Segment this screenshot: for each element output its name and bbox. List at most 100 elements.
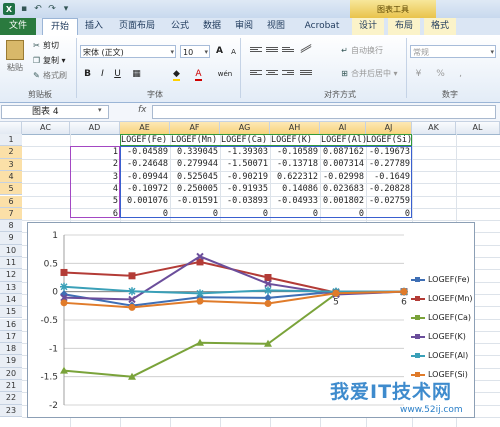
row-header[interactable]: 2 bbox=[0, 146, 22, 159]
legend-item[interactable]: LOGEF(Al) bbox=[411, 351, 468, 360]
row-header[interactable]: 4 bbox=[0, 170, 22, 184]
name-box-dropdown-icon[interactable]: ▾ bbox=[98, 106, 102, 114]
align-left-icon[interactable] bbox=[250, 69, 262, 79]
series-line[interactable] bbox=[63, 260, 405, 294]
row-header[interactable]: 16 bbox=[0, 318, 22, 331]
phonetic-button[interactable]: wén bbox=[215, 68, 235, 81]
tab-acrobat[interactable]: Acrobat bbox=[300, 18, 344, 35]
data-point[interactable] bbox=[128, 287, 136, 296]
row-header[interactable]: 14 bbox=[0, 293, 22, 307]
data-point[interactable] bbox=[60, 299, 68, 307]
tab-view[interactable]: 视图 bbox=[262, 18, 290, 35]
row-header[interactable]: 11 bbox=[0, 257, 22, 270]
row-header[interactable]: 22 bbox=[0, 392, 22, 405]
legend-item[interactable]: LOGEF(Ca) bbox=[411, 313, 471, 322]
column-header[interactable]: AI bbox=[320, 122, 366, 134]
tab-layout[interactable]: 布局 bbox=[388, 18, 420, 35]
data-point[interactable] bbox=[264, 299, 272, 307]
bold-button[interactable]: B bbox=[81, 68, 94, 81]
row-header[interactable]: 20 bbox=[0, 367, 22, 380]
column-header[interactable]: AD bbox=[70, 122, 120, 134]
column-header[interactable]: AF bbox=[170, 122, 220, 134]
format-painter-button[interactable]: ✎ 格式刷 bbox=[32, 70, 67, 81]
row-header[interactable]: 21 bbox=[0, 380, 22, 393]
column-header[interactable]: AH bbox=[270, 122, 320, 134]
row-header[interactable]: 6 bbox=[0, 195, 22, 208]
tab-data[interactable]: 数据 bbox=[198, 18, 226, 35]
row-header[interactable]: 12 bbox=[0, 269, 22, 282]
series-line[interactable] bbox=[63, 290, 405, 378]
data-point[interactable] bbox=[332, 289, 340, 297]
row-header[interactable]: 8 bbox=[0, 220, 22, 233]
row-header[interactable]: 13 bbox=[0, 281, 22, 294]
align-middle-icon[interactable] bbox=[266, 46, 278, 56]
italic-button[interactable]: I bbox=[96, 68, 109, 81]
data-point[interactable] bbox=[400, 288, 408, 296]
column-header[interactable]: AJ bbox=[366, 122, 412, 134]
column-header[interactable]: AL bbox=[456, 122, 500, 134]
row-header[interactable]: 23 bbox=[0, 404, 22, 417]
font-size-select[interactable]: 10 ▾ bbox=[180, 45, 210, 58]
legend-item[interactable]: LOGEF(Mn) bbox=[411, 294, 473, 303]
row-header[interactable]: 17 bbox=[0, 330, 22, 344]
data-point[interactable] bbox=[128, 272, 136, 280]
currency-button[interactable]: ¥ bbox=[412, 68, 425, 81]
align-bottom-icon[interactable] bbox=[282, 46, 294, 56]
font-color-button[interactable]: A bbox=[192, 68, 205, 81]
legend-item[interactable]: LOGEF(K) bbox=[411, 332, 466, 341]
tab-formulas[interactable]: 公式 bbox=[166, 18, 194, 35]
font-name-select[interactable]: 宋体 (正文) ▾ bbox=[80, 45, 176, 58]
data-point[interactable] bbox=[264, 273, 272, 281]
select-all-corner[interactable] bbox=[0, 122, 22, 134]
insert-function-button[interactable]: fx bbox=[138, 105, 147, 115]
decrease-indent-icon[interactable] bbox=[300, 69, 312, 79]
paste-button[interactable]: 粘贴 bbox=[4, 40, 26, 73]
column-header[interactable]: AK bbox=[412, 122, 456, 134]
save-icon[interactable]: ▪ bbox=[19, 4, 29, 14]
orientation-icon[interactable] bbox=[300, 44, 312, 56]
column-header[interactable]: AE bbox=[120, 122, 170, 134]
column-header[interactable]: AG bbox=[220, 122, 270, 134]
row-header[interactable]: 3 bbox=[0, 158, 22, 171]
row-header[interactable]: 18 bbox=[0, 343, 22, 356]
underline-button[interactable]: U bbox=[111, 68, 124, 81]
qat-dropdown-icon[interactable]: ▾ bbox=[61, 4, 71, 14]
legend-item[interactable]: LOGEF(Fe) bbox=[411, 275, 470, 284]
row-header[interactable]: 19 bbox=[0, 355, 22, 368]
align-center-icon[interactable] bbox=[266, 69, 278, 79]
excel-logo-icon[interactable]: X bbox=[3, 3, 15, 15]
wrap-text-button[interactable]: ↵ 自动换行 bbox=[340, 45, 383, 56]
name-box[interactable]: 图表 4 bbox=[1, 105, 109, 119]
align-right-icon[interactable] bbox=[282, 69, 294, 79]
undo-icon[interactable]: ↶ bbox=[33, 4, 43, 14]
shrink-font-button[interactable]: A bbox=[227, 46, 240, 59]
percent-button[interactable]: % bbox=[434, 68, 447, 81]
tab-review[interactable]: 审阅 bbox=[230, 18, 258, 35]
column-header[interactable]: AC bbox=[22, 122, 70, 134]
tab-home[interactable]: 开始 bbox=[42, 18, 78, 36]
row-header[interactable]: 1 bbox=[0, 134, 22, 147]
copy-button[interactable]: ❐ 复制 ▾ bbox=[32, 55, 66, 66]
tab-insert[interactable]: 插入 bbox=[80, 18, 108, 35]
formula-input[interactable] bbox=[152, 105, 496, 119]
data-point[interactable] bbox=[264, 286, 272, 295]
tab-design[interactable]: 设计 bbox=[352, 18, 384, 35]
grow-font-button[interactable]: A bbox=[213, 45, 226, 58]
row-header[interactable]: 7 bbox=[0, 207, 22, 221]
row-header[interactable]: 5 bbox=[0, 183, 22, 196]
number-format-select[interactable]: 常规 ▾ bbox=[410, 45, 496, 58]
comma-button[interactable]: , bbox=[454, 68, 467, 81]
data-point[interactable] bbox=[196, 297, 204, 305]
data-point[interactable] bbox=[60, 268, 68, 276]
merge-center-button[interactable]: ⊞ 合并后居中 ▾ bbox=[340, 68, 397, 79]
redo-icon[interactable]: ↷ bbox=[47, 4, 57, 14]
fill-color-button[interactable]: ◆ bbox=[170, 68, 183, 81]
data-point[interactable] bbox=[196, 289, 204, 298]
tab-format[interactable]: 格式 bbox=[424, 18, 456, 35]
cut-button[interactable]: ✂ 剪切 bbox=[32, 40, 59, 51]
row-header[interactable]: 10 bbox=[0, 244, 22, 257]
row-header[interactable]: 15 bbox=[0, 306, 22, 319]
tab-file[interactable]: 文件 bbox=[0, 18, 36, 35]
border-button[interactable]: ▦ bbox=[130, 68, 143, 81]
data-point[interactable] bbox=[128, 303, 136, 311]
